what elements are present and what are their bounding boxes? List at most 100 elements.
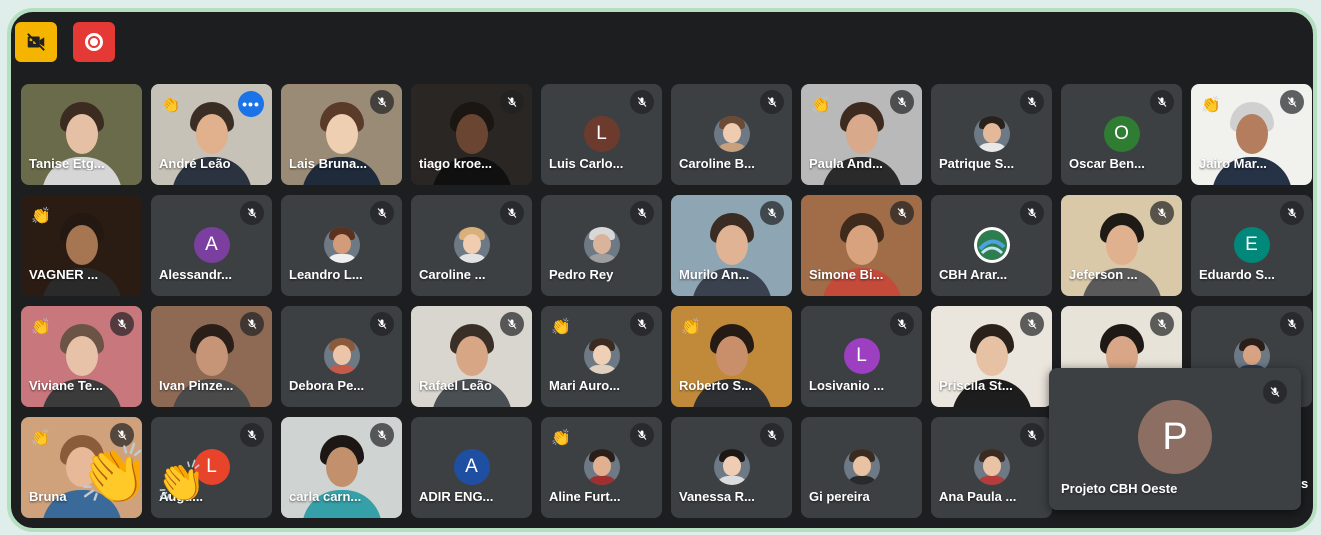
participant-name: Debora Pe... [289, 378, 365, 393]
participant-name: Mari Auro... [549, 378, 621, 393]
mic-off-icon [890, 201, 914, 225]
avatar: E [1233, 227, 1270, 263]
avatar [453, 227, 490, 263]
mic-off-icon [890, 90, 914, 114]
participant-name: Caroline ... [419, 267, 486, 282]
participant-tile[interactable]: CBH Arar... [931, 195, 1052, 296]
mic-off-icon [890, 312, 914, 336]
mic-off-icon [500, 312, 524, 336]
mic-off-icon [1150, 90, 1174, 114]
participant-tile[interactable]: A Alessandr... [151, 195, 272, 296]
participant-tile[interactable]: Debora Pe... [281, 306, 402, 407]
mic-off-icon [1020, 90, 1044, 114]
participant-name: Eduardo S... [1199, 267, 1275, 282]
participant-tile[interactable]: Patrique S... [931, 84, 1052, 185]
floating-self-view-tile[interactable]: P Projeto CBH Oeste [1049, 368, 1301, 510]
mic-off-icon [240, 201, 264, 225]
participant-tile[interactable]: Gi pereira [801, 417, 922, 518]
participant-name: Gi pereira [809, 489, 870, 504]
camera-off-button[interactable] [15, 22, 57, 62]
participant-tile[interactable]: carla carn... [281, 417, 402, 518]
participant-name: Leandro L... [289, 267, 363, 282]
participant-tile[interactable]: Jairo Mar... 👏 [1191, 84, 1312, 185]
participant-tile[interactable]: Paula And... 👏 [801, 84, 922, 185]
participant-name: Jairo Mar... [1199, 156, 1267, 171]
participant-tile[interactable]: Simone Bi... [801, 195, 922, 296]
avatar [843, 449, 880, 485]
clap-reaction-icon: 👏 [161, 97, 181, 114]
more-options-icon[interactable]: ••• [238, 91, 264, 117]
participant-tile[interactable]: Caroline B... [671, 84, 792, 185]
clap-reaction-icon: 👏 [31, 430, 51, 447]
organization-logo [973, 227, 1010, 263]
clap-reaction-icon: 👏 [681, 319, 701, 336]
mic-off-icon [500, 201, 524, 225]
avatar [583, 338, 620, 374]
participant-name: Murilo An... [679, 267, 750, 282]
participant-name: Projeto CBH Oeste [1061, 481, 1178, 496]
participant-tile[interactable]: ••• André Leão 👏 [151, 84, 272, 185]
avatar [583, 449, 620, 485]
participant-name: carla carn... [289, 489, 362, 504]
participant-name: Caroline B... [679, 156, 755, 171]
mic-off-icon [500, 90, 524, 114]
mic-off-icon [760, 90, 784, 114]
participant-name: Jeferson ... [1069, 267, 1138, 282]
participant-tile[interactable]: Rafael Leão [411, 306, 532, 407]
participant-tile[interactable]: O Oscar Ben... [1061, 84, 1182, 185]
participant-tile[interactable]: Mari Auro... 👏 [541, 306, 662, 407]
mic-off-icon [1150, 201, 1174, 225]
participant-tile[interactable]: Priscila St... [931, 306, 1052, 407]
participant-name: Ivan Pinze... [159, 378, 234, 393]
participant-tile[interactable]: Aline Furt... 👏 [541, 417, 662, 518]
participant-tile[interactable]: L Luis Carlo... [541, 84, 662, 185]
participant-tile[interactable]: Lais Bruna... [281, 84, 402, 185]
participant-tile[interactable]: Ivan Pinze... [151, 306, 272, 407]
participant-name: VAGNER ... [29, 267, 99, 282]
participant-tile[interactable]: Tanise Etg... [21, 84, 142, 185]
participant-tile[interactable]: Pedro Rey [541, 195, 662, 296]
participant-tile[interactable]: A ADIR ENG... [411, 417, 532, 518]
participant-tile[interactable]: Viviane Te... 👏 [21, 306, 142, 407]
avatar [323, 227, 360, 263]
participant-tile[interactable]: Murilo An... [671, 195, 792, 296]
participant-name: Losivanio ... [809, 378, 885, 393]
mic-off-icon [630, 90, 654, 114]
clapping-hands-reaction: 👏 [78, 442, 151, 507]
participant-name: Luis Carlo... [549, 156, 624, 171]
participant-tile[interactable]: VAGNER ... 👏 👏 [21, 195, 142, 296]
clap-reaction-icon: 👏 [1201, 97, 1221, 114]
mic-off-icon [1150, 312, 1174, 336]
participant-tile[interactable]: tiago kroe... [411, 84, 532, 185]
participant-tile[interactable]: L Losivanio ... [801, 306, 922, 407]
participant-name: Ana Paula ... [939, 489, 1017, 504]
avatar [713, 116, 750, 152]
record-button[interactable] [73, 22, 115, 62]
mic-off-icon [760, 201, 784, 225]
mic-off-icon [110, 312, 134, 336]
participant-tile[interactable]: Jeferson ... [1061, 195, 1182, 296]
participant-name: André Leão [159, 156, 231, 171]
participant-tile[interactable]: Vanessa R... [671, 417, 792, 518]
avatar: P [1138, 400, 1212, 474]
mic-off-icon [1280, 201, 1304, 225]
participant-tile[interactable]: E Eduardo S... [1191, 195, 1312, 296]
participant-tile[interactable]: Roberto S... 👏 [671, 306, 792, 407]
avatar: L [583, 116, 620, 152]
mic-off-icon [1020, 312, 1044, 336]
camera-off-icon [27, 33, 45, 51]
participant-name: Viviane Te... [29, 378, 103, 393]
avatar: L [843, 338, 880, 374]
participant-tile[interactable]: Leandro L... [281, 195, 402, 296]
mic-off-icon [1263, 380, 1287, 404]
participant-name: Priscila St... [939, 378, 1013, 393]
clap-reaction-icon: 👏 [31, 208, 51, 225]
mic-off-icon [760, 423, 784, 447]
participant-tile[interactable]: Caroline ... [411, 195, 532, 296]
participant-tile[interactable]: Ana Paula ... [931, 417, 1052, 518]
mic-off-icon [630, 201, 654, 225]
mic-off-icon [240, 423, 264, 447]
participant-name: Tanise Etg... [29, 156, 105, 171]
clap-reaction-icon: 👏 [551, 430, 571, 447]
avatar [323, 338, 360, 374]
